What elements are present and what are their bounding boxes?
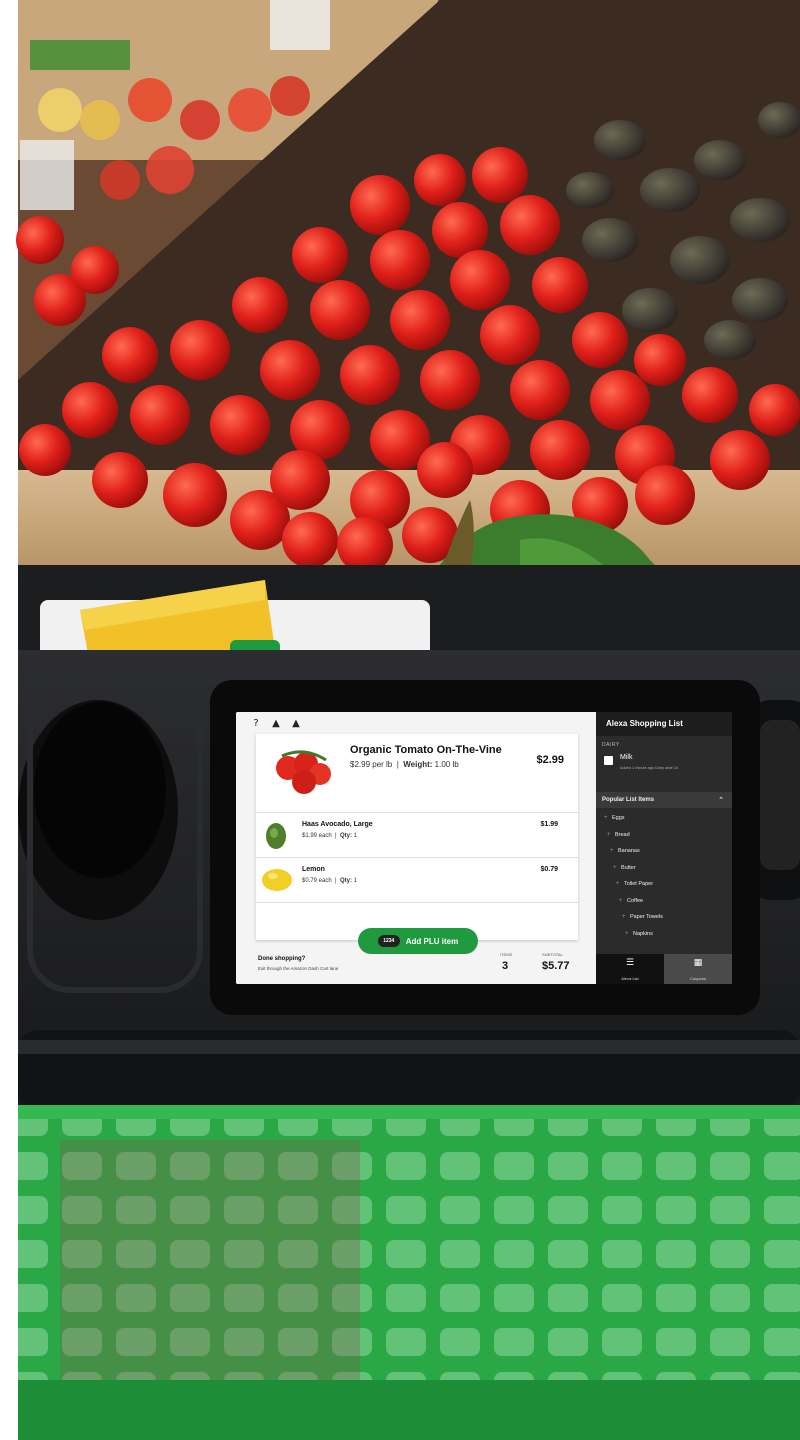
cart-item[interactable]: Organic Tomato On-The-Vine $2.99 per lb … xyxy=(256,734,578,813)
item-unit-price: $2.99 per lb xyxy=(350,760,393,769)
item-name: Haas Avocado, Large xyxy=(302,821,373,828)
item-meta: $2.99 per lb | Weight: 1.00 lb xyxy=(350,760,459,769)
item-detail-value: 1 xyxy=(353,878,357,884)
popular-list-title: Popular List Items xyxy=(602,797,655,803)
section-label: DAIRY xyxy=(602,742,620,748)
item-name: Lemon xyxy=(302,866,325,873)
plus-icon: + xyxy=(610,848,614,854)
popular-list-item[interactable]: + Coffee xyxy=(596,893,732,910)
cart-footer: Done shopping? Exit through the Amazon D… xyxy=(248,952,588,980)
plus-icon: + xyxy=(613,864,617,871)
popular-list-item[interactable]: + Toilet Paper xyxy=(596,876,732,893)
popular-list-item[interactable]: + Bread xyxy=(596,827,732,844)
tab-label: Alexa List xyxy=(621,976,639,981)
bell-icon[interactable]: ▲ xyxy=(290,718,302,730)
shopping-list-title: Alexa Shopping List xyxy=(596,712,732,736)
item-detail-label: Qty: xyxy=(339,833,352,839)
plus-icon: + xyxy=(607,831,611,838)
item-price: $2.99 xyxy=(536,754,564,766)
popular-list-item[interactable]: + Bananas xyxy=(596,843,732,860)
item-detail-value: 1.00 lb xyxy=(434,760,459,769)
avocado-image xyxy=(266,823,286,849)
cart-screen: ? ▲ ▲ Organic Tomato On-The-Vine $2.99 p xyxy=(236,712,732,984)
bell-icon[interactable]: ▲ xyxy=(270,718,282,730)
subtotal-label: SUBTOTAL xyxy=(542,952,563,957)
popular-item-label: Bananas xyxy=(618,848,640,854)
bottom-tabbar: ☰ Alexa List ▦ Coupons xyxy=(596,954,732,984)
popular-item-label: Bread xyxy=(615,831,630,838)
popular-item-label: Coffee xyxy=(627,897,644,904)
cart-items-card: Organic Tomato On-The-Vine $2.99 per lb … xyxy=(256,734,578,940)
item-name: Organic Tomato On-The-Vine xyxy=(350,744,502,756)
popular-list-item[interactable]: + Paper Towels xyxy=(596,909,732,926)
list-item-meta: Added 1 minute ago Dairy aisle 10 xyxy=(620,766,679,770)
coupon-icon: ▦ xyxy=(693,958,703,968)
item-price: $1.99 xyxy=(540,821,558,828)
help-icon[interactable]: ? xyxy=(250,718,262,730)
items-label: ITEMS xyxy=(500,952,513,957)
popular-list-item[interactable]: + Eggs xyxy=(596,810,732,827)
popular-list: + Eggs + Bread + Bananas + Butter + Toilet Pa… xyxy=(596,810,732,942)
top-toolbar: ? ▲ ▲ xyxy=(250,718,302,730)
popular-list-item[interactable]: + Butter xyxy=(596,860,732,877)
popular-item-label: Toilet Paper xyxy=(624,881,654,887)
lemon-image xyxy=(262,869,292,891)
item-meta: $0.79 each | Qty: 1 xyxy=(302,878,357,884)
item-detail-value: 1 xyxy=(353,833,357,839)
plus-icon: + xyxy=(622,914,626,920)
tab-alexa-list[interactable]: ☰ Alexa List xyxy=(596,954,664,984)
shopping-list-pane: Alexa Shopping List DAIRY Milk Added 1 m… xyxy=(596,712,732,984)
milk-checkbox[interactable] xyxy=(604,756,613,765)
plus-icon: + xyxy=(619,897,623,904)
subtotal-value: $5.77 xyxy=(542,960,570,972)
popular-item-label: Eggs xyxy=(612,815,625,821)
popular-item-label: Butter xyxy=(621,864,636,871)
tab-label: Coupons xyxy=(689,976,706,981)
popular-list-item[interactable]: + Napkins xyxy=(596,926,732,943)
add-plu-button[interactable]: 1234 Add PLU item xyxy=(358,928,478,954)
plu-badge: 1234 xyxy=(377,935,400,947)
popular-item-label: Paper Towels xyxy=(630,914,663,920)
done-subtitle: Exit through the Amazon Dash Cart lane xyxy=(258,966,339,971)
item-unit-price: $1.99 each xyxy=(302,833,332,839)
chevron-up-icon: ⌃ xyxy=(718,796,724,804)
cart-item[interactable]: Haas Avocado, Large $1.99 each | Qty: 1 … xyxy=(256,813,578,858)
item-detail-label: Qty: xyxy=(339,878,352,884)
done-title: Done shopping? xyxy=(258,956,306,962)
item-meta: $1.99 each | Qty: 1 xyxy=(302,833,357,839)
item-unit-price: $0.79 each xyxy=(302,878,332,884)
item-detail-label: Weight: xyxy=(403,760,433,769)
plus-icon: + xyxy=(616,881,620,887)
list-icon: ☰ xyxy=(625,958,635,968)
tab-coupons[interactable]: ▦ Coupons xyxy=(664,954,732,984)
cart-item[interactable]: Lemon $0.79 each | Qty: 1 $0.79 xyxy=(256,858,578,903)
items-count: 3 xyxy=(502,960,509,972)
plus-icon: + xyxy=(604,815,608,821)
plus-icon: + xyxy=(625,930,629,937)
add-plu-label: Add PLU item xyxy=(405,936,459,946)
cart-pane: ? ▲ ▲ Organic Tomato On-The-Vine $2.99 p xyxy=(236,712,596,984)
list-item-name: Milk xyxy=(620,754,633,761)
popular-item-label: Napkins xyxy=(633,930,653,937)
tomato-image xyxy=(276,750,331,794)
photo-scene: ? ▲ ▲ Organic Tomato On-The-Vine $2.99 p xyxy=(0,0,800,1440)
item-price: $0.79 xyxy=(540,866,558,873)
popular-list-header[interactable]: Popular List Items ⌃ xyxy=(596,792,732,808)
